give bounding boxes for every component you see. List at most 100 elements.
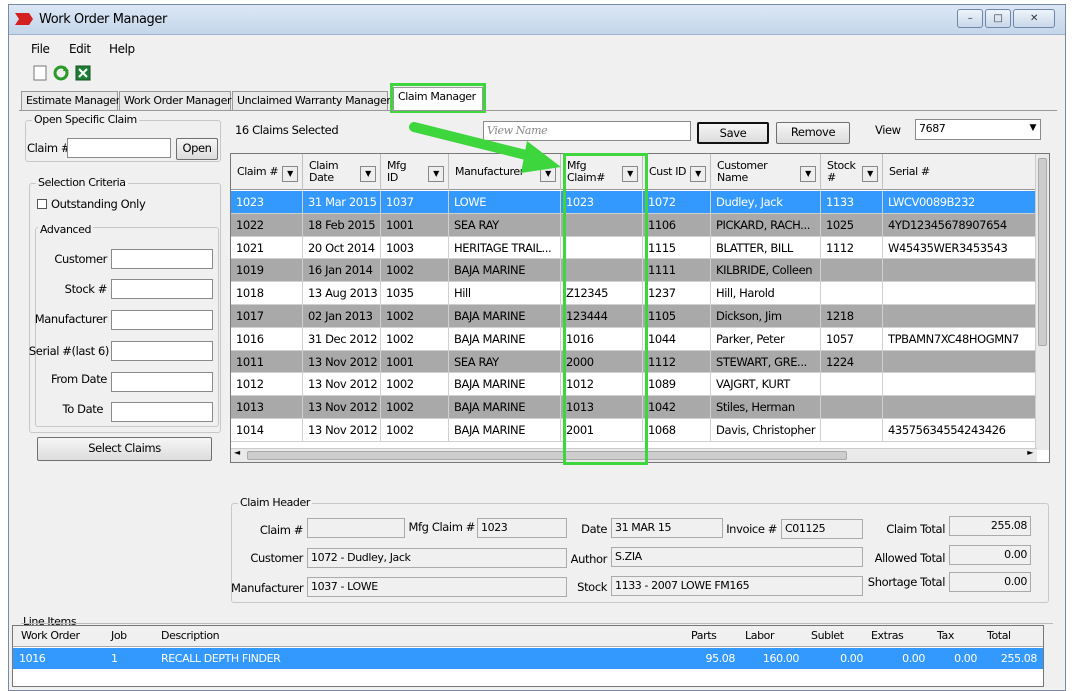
new-document-icon[interactable]: [33, 65, 47, 81]
li-col-labor[interactable]: Labor: [745, 629, 775, 642]
table-cell: LOWE: [449, 191, 561, 214]
column-header-label: Customer Name: [717, 159, 768, 184]
table-cell: 1218: [821, 305, 883, 328]
li-col-description[interactable]: Description: [161, 629, 220, 642]
header-customer-label: Customer: [250, 551, 303, 565]
tab-work-order-manager[interactable]: Work Order Manager: [119, 91, 232, 111]
scroll-right-icon[interactable]: ►: [1027, 448, 1033, 457]
stock-filter-input[interactable]: [111, 279, 213, 299]
from-date-input[interactable]: [111, 372, 213, 392]
column-filter-dropdown-icon[interactable]: ▼: [862, 166, 878, 182]
menu-file[interactable]: File: [31, 42, 50, 56]
li-col-extras[interactable]: Extras: [871, 629, 904, 642]
app-logo-icon: [15, 13, 33, 25]
table-cell: 1011: [231, 350, 303, 374]
li-col-total[interactable]: Total: [987, 629, 1011, 642]
column-header-1[interactable]: Claim Date ▼: [303, 154, 381, 190]
header-date-input[interactable]: 31 MAR 15: [611, 518, 723, 538]
refresh-icon[interactable]: [53, 65, 69, 81]
menu-edit[interactable]: Edit: [69, 42, 91, 56]
claim-total-label: Claim Total: [886, 522, 945, 536]
table-cell: 1023: [231, 191, 303, 214]
manufacturer-filter-input[interactable]: [111, 310, 213, 330]
highlight-arrow-icon: [409, 122, 561, 173]
line-item-row[interactable]: 1016 1 RECALL DEPTH FINDER 95.08 160.00 …: [13, 648, 1043, 669]
table-cell: Davis, Christopher: [711, 419, 821, 442]
table-cell: 31 Dec 2012: [303, 327, 381, 351]
view-select-value: 7687: [919, 122, 946, 135]
remove-button[interactable]: Remove: [776, 122, 850, 144]
line-items-grid[interactable]: Work Order Job Description Parts Labor S…: [12, 625, 1044, 687]
li-col-work-order[interactable]: Work Order: [21, 629, 80, 642]
li-col-job[interactable]: Job: [111, 629, 127, 642]
scroll-left-icon[interactable]: ◄: [234, 448, 240, 457]
li-col-tax[interactable]: Tax: [937, 629, 954, 642]
app-window: Work Order Manager – □ ✕ File Edit Help …: [8, 4, 1066, 691]
tab-estimate-manager[interactable]: Estimate Manager: [21, 91, 120, 111]
table-cell: [883, 350, 1037, 374]
view-label: View: [875, 123, 901, 137]
table-cell: 1042: [643, 396, 711, 419]
header-stock-input[interactable]: 1133 - 2007 LOWE FM165: [611, 576, 863, 596]
column-filter-dropdown-icon[interactable]: ▼: [690, 166, 706, 182]
table-cell: 1001: [381, 350, 449, 374]
column-header-5[interactable]: Cust ID ▼: [643, 154, 711, 190]
header-invoice-input[interactable]: C01125: [781, 519, 863, 539]
column-header-6[interactable]: Customer Name ▼: [711, 154, 821, 190]
header-mfg-claim-input[interactable]: 1023: [477, 518, 567, 538]
claim-number-input[interactable]: [67, 138, 171, 158]
table-cell: SEA RAY: [449, 350, 561, 374]
header-claim-input[interactable]: [307, 518, 405, 538]
select-claims-button[interactable]: Select Claims: [37, 437, 212, 461]
serial-filter-input[interactable]: [111, 341, 213, 361]
claim-total-value: 255.08: [949, 516, 1031, 536]
open-button[interactable]: Open: [176, 138, 218, 160]
table-cell: 1072: [643, 191, 711, 214]
maximize-button[interactable]: □: [985, 9, 1011, 28]
li-sublet: 0.00: [840, 652, 863, 665]
minimize-button[interactable]: –: [957, 9, 983, 28]
allowed-total-value: 0.00: [949, 545, 1031, 565]
horizontal-scrollbar-thumb[interactable]: [247, 451, 847, 460]
tab-unclaimed-warranty-manager[interactable]: Unclaimed Warranty Manager: [232, 91, 391, 111]
to-date-input[interactable]: [111, 402, 213, 422]
column-header-7[interactable]: Stock # ▼: [821, 154, 883, 190]
li-col-sublet[interactable]: Sublet: [811, 629, 844, 642]
column-filter-dropdown-icon[interactable]: ▼: [360, 166, 376, 182]
table-cell: 43575634554243426: [883, 419, 1037, 442]
table-cell: 1089: [643, 373, 711, 397]
column-header-8[interactable]: Serial #: [883, 154, 1037, 190]
vertical-scrollbar[interactable]: [1035, 154, 1049, 450]
column-filter-dropdown-icon[interactable]: ▼: [800, 166, 816, 182]
table-cell: KILBRIDE, Colleen: [711, 259, 821, 283]
table-cell: 1224: [821, 350, 883, 374]
header-customer-input[interactable]: 1072 - Dudley, Jack: [307, 548, 567, 568]
column-header-0[interactable]: Claim # ▼: [231, 154, 303, 190]
header-stock-label: Stock: [577, 580, 607, 594]
export-excel-icon[interactable]: [75, 65, 91, 81]
save-button[interactable]: Save: [697, 122, 769, 144]
customer-filter-input[interactable]: [111, 249, 213, 269]
view-select[interactable]: 7687 ▼: [915, 119, 1041, 140]
outstanding-only-checkbox[interactable]: [37, 199, 47, 209]
header-manufacturer-input[interactable]: 1037 - LOWE: [307, 577, 567, 597]
serial-label: Serial #(last 6): [28, 344, 110, 358]
table-cell: 1014: [231, 419, 303, 442]
scrollbar-thumb[interactable]: [1038, 158, 1047, 346]
table-cell: SEA RAY: [449, 213, 561, 237]
table-cell: 1022: [231, 213, 303, 237]
column-filter-dropdown-icon[interactable]: ▼: [282, 166, 298, 182]
claim-header-caption: Claim Header: [238, 496, 312, 509]
table-cell: 1002: [381, 373, 449, 397]
close-button[interactable]: ✕: [1013, 9, 1055, 28]
header-author-input[interactable]: S.ZIA: [611, 547, 863, 567]
li-col-parts[interactable]: Parts: [691, 629, 717, 642]
selection-criteria-caption: Selection Criteria: [36, 176, 128, 189]
menu-help[interactable]: Help: [109, 42, 135, 56]
li-total: 255.08: [1000, 652, 1037, 665]
header-invoice-label: Invoice #: [726, 522, 777, 536]
table-cell: 18 Feb 2015: [303, 213, 381, 237]
table-cell: Parker, Peter: [711, 327, 821, 351]
table-cell: 1017: [231, 305, 303, 328]
table-cell: [821, 396, 883, 419]
